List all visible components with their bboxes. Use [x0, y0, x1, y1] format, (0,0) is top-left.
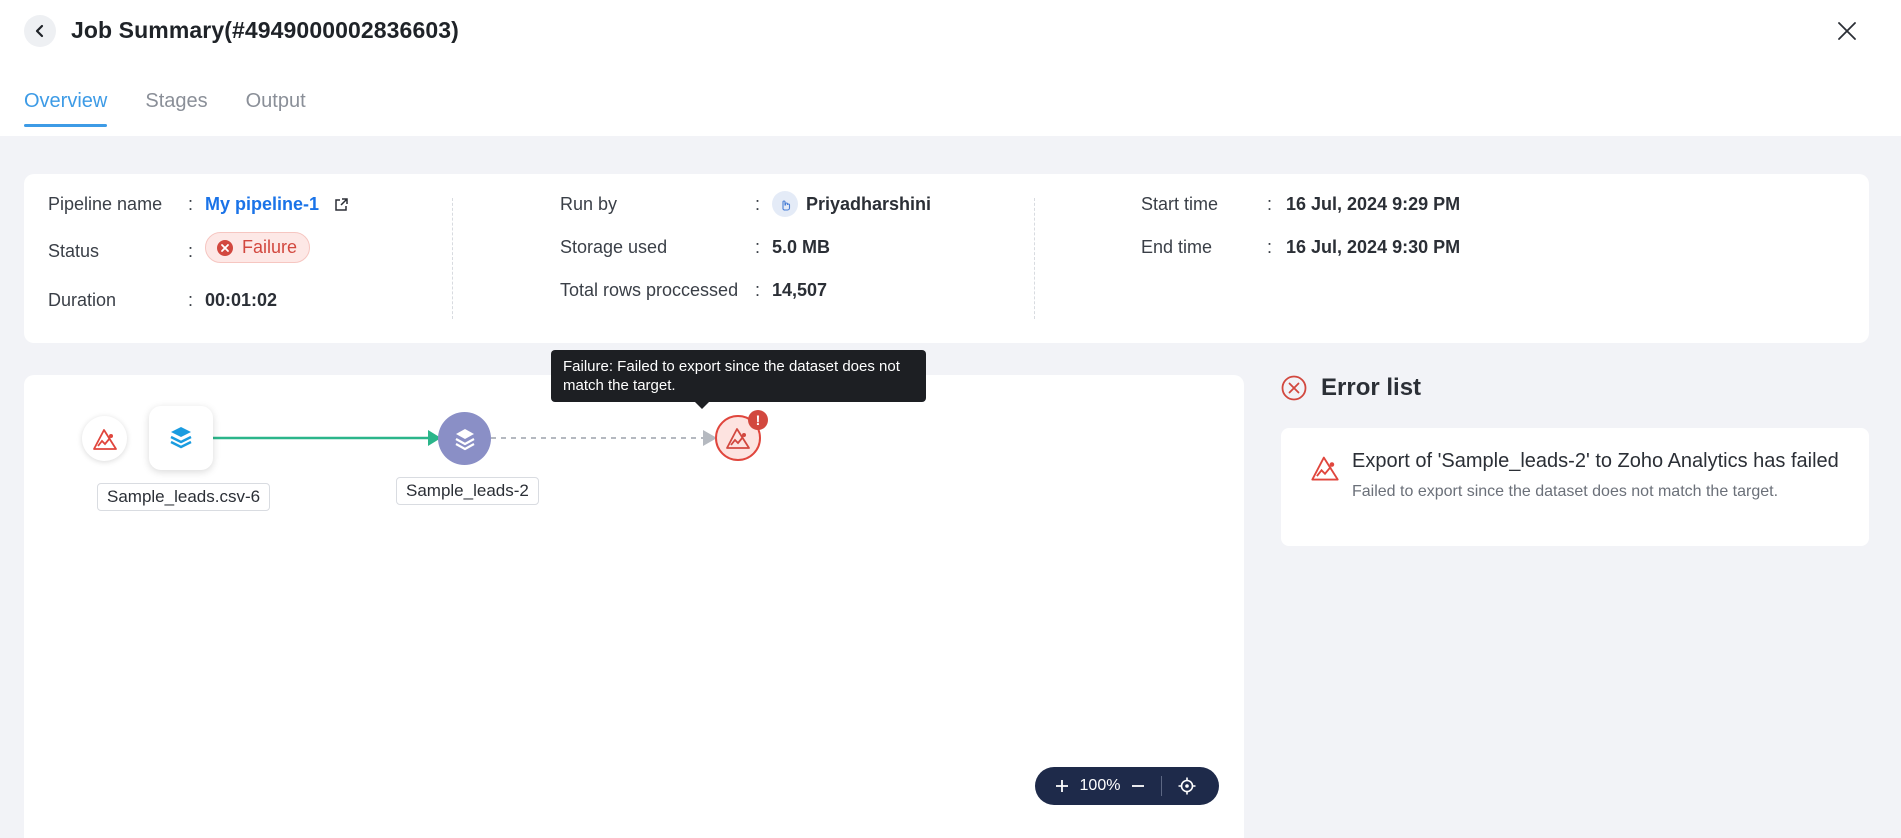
error-item[interactable]: Export of 'Sample_leads-2' to Zoho Analy…	[1281, 428, 1869, 546]
rows-label: Total rows proccessed	[560, 280, 739, 300]
tab-bar: Overview Stages Output	[24, 90, 306, 127]
job-summary-card: Pipeline name : My pipeline-1 Status : F…	[24, 174, 1869, 343]
layers-icon	[170, 427, 192, 449]
error-detail: Failed to export since the dataset does …	[1352, 483, 1779, 500]
colon: :	[188, 241, 194, 261]
start-time-value: 16 Jul, 2024 9:29 PM	[1286, 194, 1461, 214]
source-analytics-node[interactable]	[82, 416, 127, 461]
status-text: Failure	[242, 237, 298, 257]
failure-icon	[217, 239, 233, 256]
status-value: Failure	[205, 232, 311, 263]
zoom-controls: 100%	[1035, 767, 1219, 805]
status-badge: Failure	[205, 232, 311, 263]
dataset-node-label: Sample_leads-2	[396, 477, 539, 505]
chevron-left-icon	[35, 24, 44, 38]
colon: :	[755, 280, 761, 300]
hand-pointer-icon	[782, 200, 791, 211]
error-circle-icon	[1281, 375, 1307, 401]
tab-overview[interactable]: Overview	[24, 90, 108, 127]
pipeline-name-label: Pipeline name	[48, 194, 163, 214]
zoom-out-button[interactable]	[1121, 767, 1155, 805]
run-by-value: Priyadharshini	[772, 191, 931, 217]
end-time-value: 16 Jul, 2024 9:30 PM	[1286, 237, 1461, 257]
storage-label: Storage used	[560, 237, 668, 257]
rows-value: 14,507	[772, 280, 828, 300]
storage-row: Storage used	[560, 237, 667, 258]
duration-value: 00:01:02	[205, 290, 278, 310]
zoom-divider	[1161, 776, 1162, 796]
dataset-node[interactable]	[438, 412, 491, 465]
tab-stages[interactable]: Stages	[145, 90, 207, 127]
plus-icon	[1056, 780, 1068, 792]
source-node-label: Sample_leads.csv-6	[97, 483, 271, 511]
colon: :	[1267, 237, 1273, 257]
error-list-title: Error list	[1321, 374, 1422, 401]
crosshair-icon	[1178, 777, 1196, 795]
status-row: Status	[48, 241, 99, 262]
colon: :	[188, 194, 194, 214]
zoom-in-button[interactable]	[1045, 767, 1079, 805]
zoho-analytics-icon	[1311, 456, 1339, 481]
external-link-icon[interactable]	[333, 197, 349, 213]
zoom-level: 100%	[1079, 777, 1121, 794]
pipeline-link[interactable]: My pipeline-1	[205, 194, 319, 215]
minus-icon	[1132, 785, 1144, 787]
end-time-row: End time	[1141, 237, 1212, 258]
error-list-header: Error list	[1281, 374, 1421, 402]
close-button[interactable]	[1833, 17, 1861, 45]
column-divider	[452, 198, 453, 319]
back-button[interactable]	[24, 15, 56, 47]
error-message: Export of 'Sample_leads-2' to Zoho Analy…	[1352, 450, 1839, 472]
pipeline-name-value: My pipeline-1	[205, 194, 349, 215]
duration-label: Duration	[48, 290, 117, 310]
start-time-label: Start time	[1141, 194, 1219, 214]
rows-row: Total rows proccessed	[560, 280, 738, 301]
colon: :	[755, 237, 761, 257]
stack-icon	[454, 428, 475, 450]
header-bar: Job Summary(#4949000002836603) Overview …	[0, 0, 1901, 136]
colon: :	[188, 290, 194, 310]
user-avatar	[772, 191, 798, 217]
colon: :	[755, 194, 761, 214]
start-time-row: Start time	[1141, 194, 1218, 215]
column-divider	[1034, 198, 1035, 319]
csv-file-node[interactable]	[149, 406, 213, 470]
colon: :	[1267, 194, 1273, 214]
tab-output[interactable]: Output	[246, 90, 306, 127]
run-by-name: Priyadharshini	[806, 193, 932, 214]
recenter-button[interactable]	[1170, 767, 1204, 805]
page-title: Job Summary(#4949000002836603)	[71, 17, 459, 43]
zoho-analytics-icon	[92, 428, 117, 450]
storage-value: 5.0 MB	[772, 237, 831, 257]
pipeline-name-row: Pipeline name	[48, 194, 162, 215]
run-by-label: Run by	[560, 194, 618, 214]
run-by-row: Run by	[560, 194, 617, 215]
failure-tooltip: Failure: Failed to export since the data…	[551, 350, 926, 409]
status-label: Status	[48, 241, 100, 261]
end-time-label: End time	[1141, 237, 1213, 257]
duration-row: Duration	[48, 290, 116, 311]
zoho-analytics-icon	[726, 428, 750, 449]
close-icon	[1838, 22, 1856, 40]
error-indicator-badge: !	[748, 410, 768, 430]
